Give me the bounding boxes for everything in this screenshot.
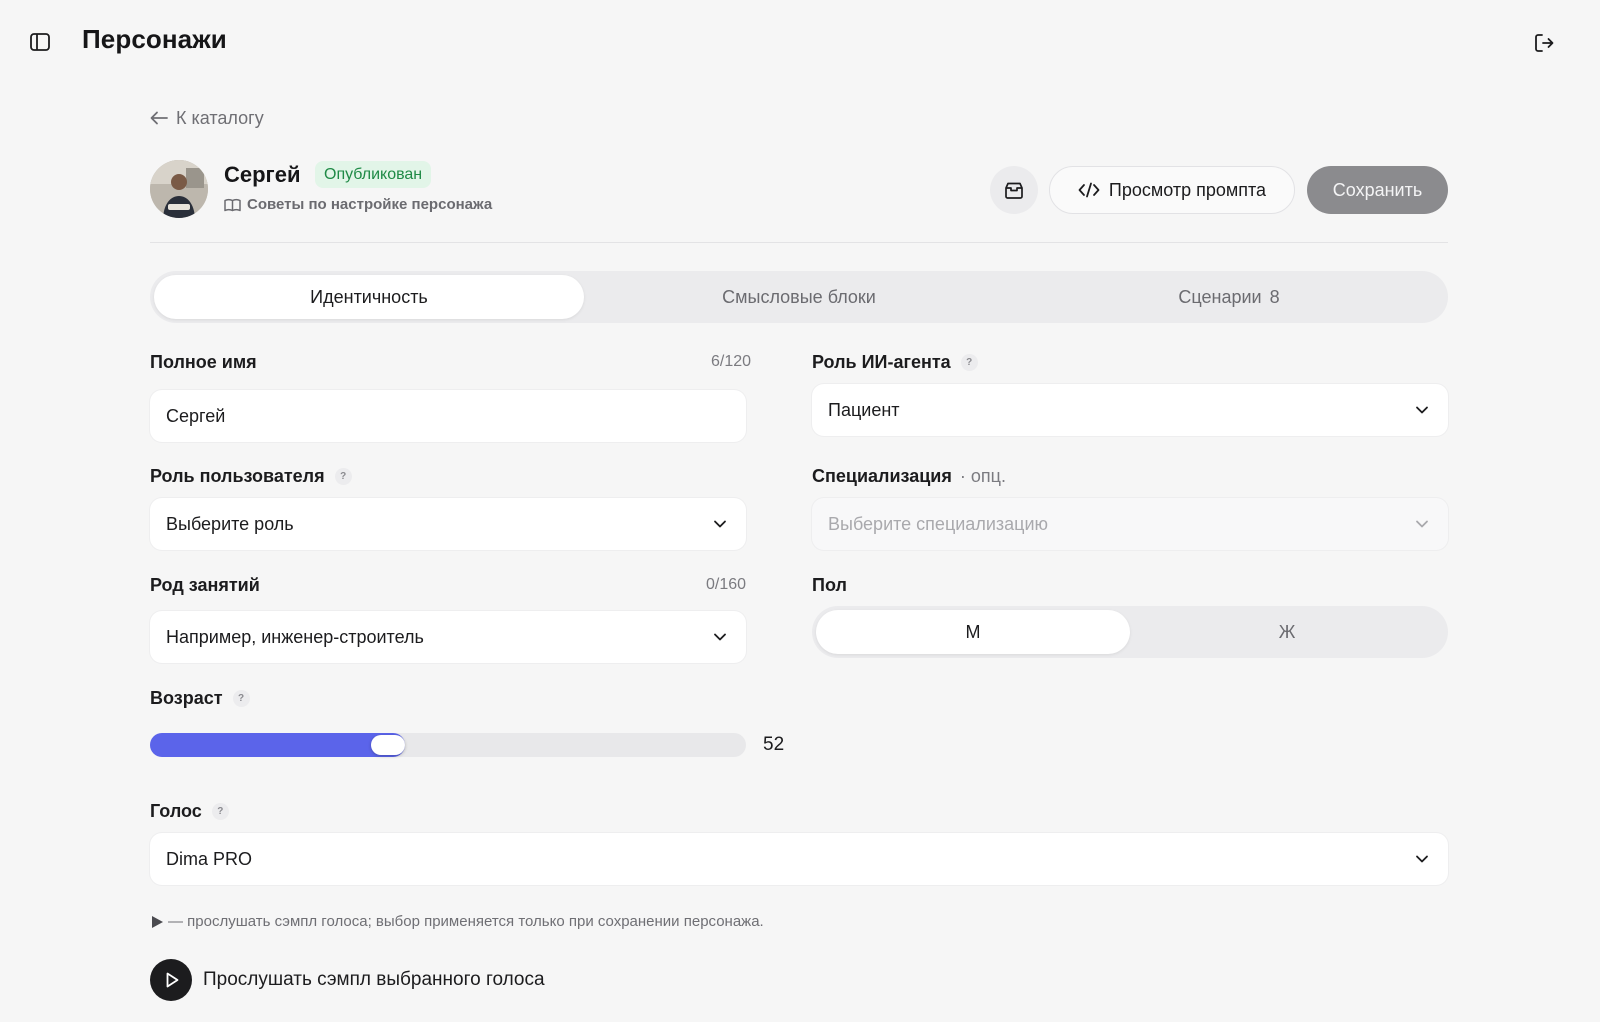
occupation-placeholder: Например, инженер-строитель [166, 626, 424, 647]
help-icon[interactable]: ? [211, 802, 229, 820]
gender-option-female[interactable]: Ж [1130, 610, 1444, 654]
character-editor: К каталогу Сергей Опубликован Советы по … [150, 0, 1448, 1022]
play-sample-label[interactable]: Прослушать сэмпл выбранного голоса [203, 969, 545, 991]
optional-marker: · опц. [959, 465, 1006, 486]
occupation-label-text: Род занятий [150, 574, 260, 595]
tabs: Идентичность Смысловые блоки Сценарии 8 [150, 271, 1448, 323]
age-label: Возраст ? [150, 687, 250, 709]
occupation-counter: 0/160 [706, 576, 747, 593]
age-value: 52 [763, 734, 785, 755]
tab-scenarios-label: Сценарии [1178, 286, 1262, 307]
full-name-input[interactable]: Сергей [150, 390, 746, 442]
voice-hint: — прослушать сэмпл голоса; выбор применя… [150, 913, 764, 930]
tips-link[interactable]: Советы по настройке персонажа [224, 196, 492, 213]
play-sample-button[interactable] [150, 959, 192, 1001]
tab-identity-label: Идентичность [310, 286, 428, 307]
back-to-catalog-link[interactable]: К каталогу [150, 106, 264, 130]
chevron-down-icon [1416, 855, 1428, 863]
book-icon [224, 198, 241, 211]
specialization-label: Специализация · опц. [812, 465, 1006, 487]
logout-icon[interactable] [1532, 31, 1556, 55]
help-icon[interactable]: ? [960, 353, 978, 371]
sidebar-icon[interactable] [29, 32, 51, 52]
tab-semantic-blocks[interactable]: Смысловые блоки [584, 275, 1014, 319]
character-name: Сергей [224, 162, 301, 187]
age-label-text: Возраст [150, 687, 223, 708]
tab-semantic-blocks-label: Смысловые блоки [722, 286, 876, 307]
gender-label: Пол [812, 574, 847, 596]
tab-scenarios-count: 8 [1269, 286, 1280, 307]
avatar [150, 160, 208, 218]
voice-label-text: Голос [150, 800, 202, 821]
age-slider[interactable] [150, 733, 746, 757]
play-icon [166, 972, 179, 988]
play-sample-row: Прослушать сэмпл выбранного голоса [150, 959, 545, 1001]
ai-role-select[interactable]: Пациент [812, 384, 1448, 436]
archive-icon [1005, 182, 1023, 199]
status-badge: Опубликован [315, 161, 432, 188]
help-icon[interactable]: ? [334, 467, 352, 485]
full-name-label: Полное имя [150, 351, 257, 373]
user-role-label: Роль пользователя ? [150, 465, 352, 487]
age-slider-thumb[interactable] [371, 735, 406, 755]
ai-role-label-text: Роль ИИ-агента [812, 351, 951, 372]
chevron-down-icon [1416, 406, 1428, 414]
gender-label-text: Пол [812, 574, 847, 595]
arrow-left-icon [150, 111, 168, 125]
specialization-label-text: Специализация [812, 465, 952, 486]
archive-button[interactable] [990, 166, 1038, 214]
chevron-down-icon [1416, 520, 1428, 528]
character-header: Сергей Опубликован Советы по настройке п… [150, 160, 1448, 222]
full-name-label-text: Полное имя [150, 351, 257, 372]
view-prompt-label: Просмотр промпта [1108, 179, 1267, 200]
user-role-select[interactable]: Выберите роль [150, 498, 746, 550]
full-name-counter: 6/120 [711, 353, 752, 370]
gender-option-male[interactable]: М [816, 610, 1130, 654]
code-icon [1078, 182, 1100, 198]
voice-select[interactable]: Dima PRO [150, 833, 1448, 885]
play-triangle-icon [152, 915, 163, 928]
gender-toggle: М Ж [812, 606, 1448, 658]
voice-hint-text: — прослушать сэмпл голоса; выбор применя… [168, 913, 764, 930]
ai-role-label: Роль ИИ-агента ? [812, 351, 978, 373]
age-slider-fill [150, 733, 406, 757]
tab-identity[interactable]: Идентичность [154, 275, 584, 319]
tips-label: Советы по настройке персонажа [247, 196, 493, 213]
specialization-placeholder: Выберите специализацию [828, 513, 1048, 534]
tab-scenarios[interactable]: Сценарии 8 [1014, 275, 1444, 319]
view-prompt-button[interactable]: Просмотр промпта [1049, 166, 1295, 214]
voice-label: Голос ? [150, 800, 229, 822]
ai-role-value: Пациент [828, 399, 900, 420]
save-button[interactable]: Сохранить [1307, 166, 1448, 214]
user-role-label-text: Роль пользователя [150, 465, 325, 486]
specialization-select[interactable]: Выберите специализацию [812, 498, 1448, 550]
full-name-value: Сергей [166, 405, 226, 426]
voice-value: Dima PRO [166, 848, 253, 869]
help-icon[interactable]: ? [232, 689, 250, 707]
occupation-combobox[interactable]: Например, инженер-строитель [150, 611, 746, 663]
chevron-down-icon [714, 633, 726, 641]
chevron-down-icon [714, 520, 726, 528]
back-label: К каталогу [176, 107, 264, 128]
occupation-label: Род занятий [150, 574, 260, 596]
user-role-value: Выберите роль [166, 513, 294, 534]
header-divider [150, 242, 1448, 243]
